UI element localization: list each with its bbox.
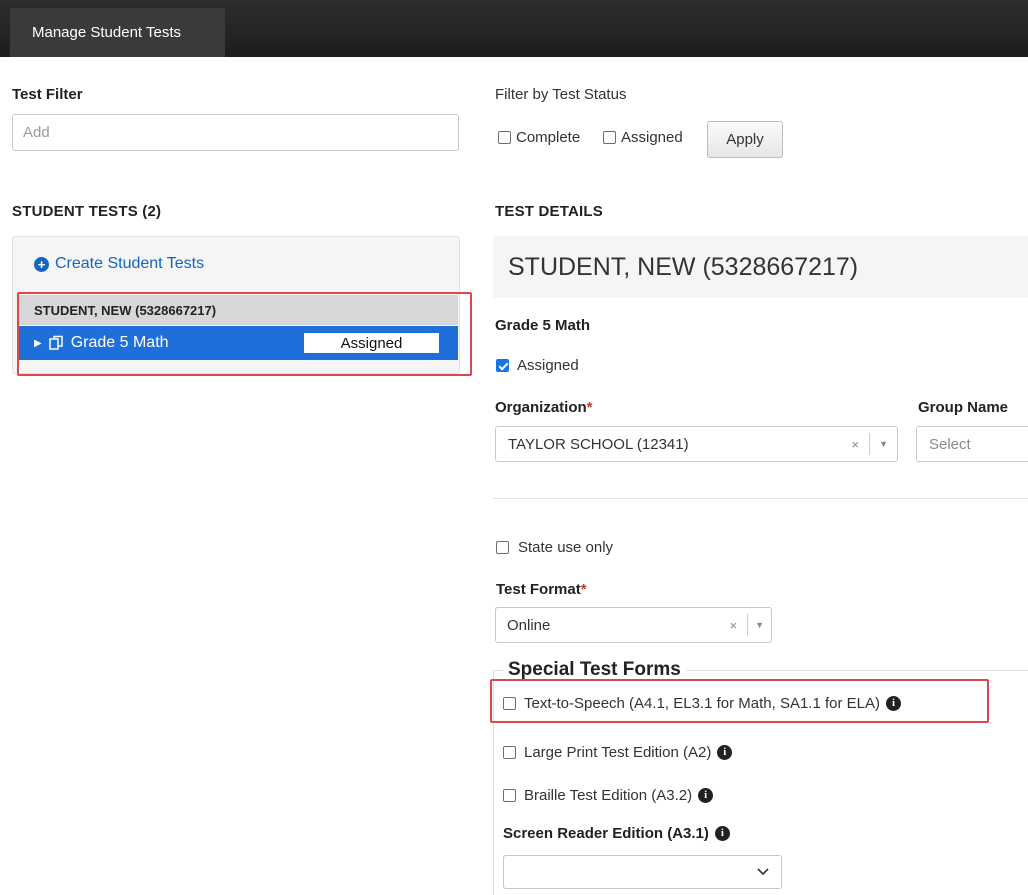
assigned-status-checkbox[interactable]	[496, 359, 509, 372]
assigned-filter[interactable]: Assigned	[603, 129, 683, 146]
info-icon[interactable]: i	[714, 826, 730, 841]
test-filter-input[interactable]	[12, 114, 459, 151]
chevron-down-icon[interactable]: ▼	[755, 620, 764, 630]
info-icon[interactable]: i	[717, 745, 733, 760]
state-use-only-checkbox[interactable]	[496, 541, 509, 554]
screen-reader-label: Screen Reader Edition (A3.1) i	[503, 825, 730, 842]
group-name-label: Group Name	[918, 399, 1009, 416]
test-format-select[interactable]: Online × ▼	[495, 607, 772, 643]
apply-button[interactable]: Apply	[707, 121, 783, 158]
assigned-checkbox[interactable]	[603, 131, 616, 144]
highlight-tts-option	[490, 679, 989, 723]
organization-label: Organization*	[495, 399, 593, 416]
student-tests-heading: STUDENT TESTS (2)	[12, 203, 162, 220]
organization-value: TAYLOR SCHOOL (12341)	[508, 435, 689, 453]
assigned-toggle[interactable]: Assigned	[496, 357, 579, 374]
state-use-only-option[interactable]: State use only	[496, 539, 613, 556]
chevron-down-icon[interactable]	[757, 868, 769, 876]
test-format-label: Test Format*	[496, 581, 587, 598]
braille-checkbox[interactable]	[503, 789, 516, 802]
complete-filter[interactable]: Complete	[498, 129, 580, 146]
group-name-select[interactable]: Select	[916, 426, 1028, 462]
large-print-checkbox[interactable]	[503, 746, 516, 759]
large-print-option[interactable]: Large Print Test Edition (A2) i	[503, 744, 733, 761]
test-format-value: Online	[507, 616, 551, 634]
section-divider	[493, 498, 1028, 499]
details-student-title: STUDENT, NEW (5328667217)	[508, 253, 859, 281]
clear-icon[interactable]: ×	[851, 437, 859, 452]
chevron-down-icon[interactable]: ▼	[879, 439, 888, 449]
tab-manage-student-tests[interactable]: Manage Student Tests	[10, 8, 225, 57]
filter-status-label: Filter by Test Status	[495, 86, 627, 103]
test-details-heading: TEST DETAILS	[495, 203, 603, 220]
group-name-placeholder: Select	[929, 435, 971, 453]
organization-select[interactable]: TAYLOR SCHOOL (12341) × ▼	[495, 426, 898, 462]
state-use-only-label: State use only	[518, 539, 614, 556]
test-filter-label: Test Filter	[12, 86, 83, 103]
assigned-label: Assigned	[621, 129, 683, 146]
braille-option[interactable]: Braille Test Edition (A3.2) i	[503, 787, 714, 804]
clear-icon[interactable]: ×	[729, 618, 737, 633]
screen-reader-select[interactable]	[503, 855, 782, 889]
large-print-label: Large Print Test Edition (A2)	[524, 744, 712, 761]
special-test-forms-legend: Special Test Forms	[503, 659, 686, 681]
complete-label: Complete	[516, 129, 581, 146]
complete-checkbox[interactable]	[498, 131, 511, 144]
select-divider	[747, 614, 749, 636]
assigned-status-label: Assigned	[517, 357, 579, 374]
plus-circle-icon: +	[34, 256, 49, 272]
braille-label: Braille Test Edition (A3.2)	[524, 787, 693, 804]
details-test-name: Grade 5 Math	[495, 317, 591, 334]
info-icon[interactable]: i	[698, 788, 714, 803]
create-student-tests-label: Create Student Tests	[55, 255, 205, 272]
select-divider	[869, 433, 871, 455]
create-student-tests-link[interactable]: + Create Student Tests	[34, 255, 204, 273]
highlight-student-row	[17, 292, 472, 376]
